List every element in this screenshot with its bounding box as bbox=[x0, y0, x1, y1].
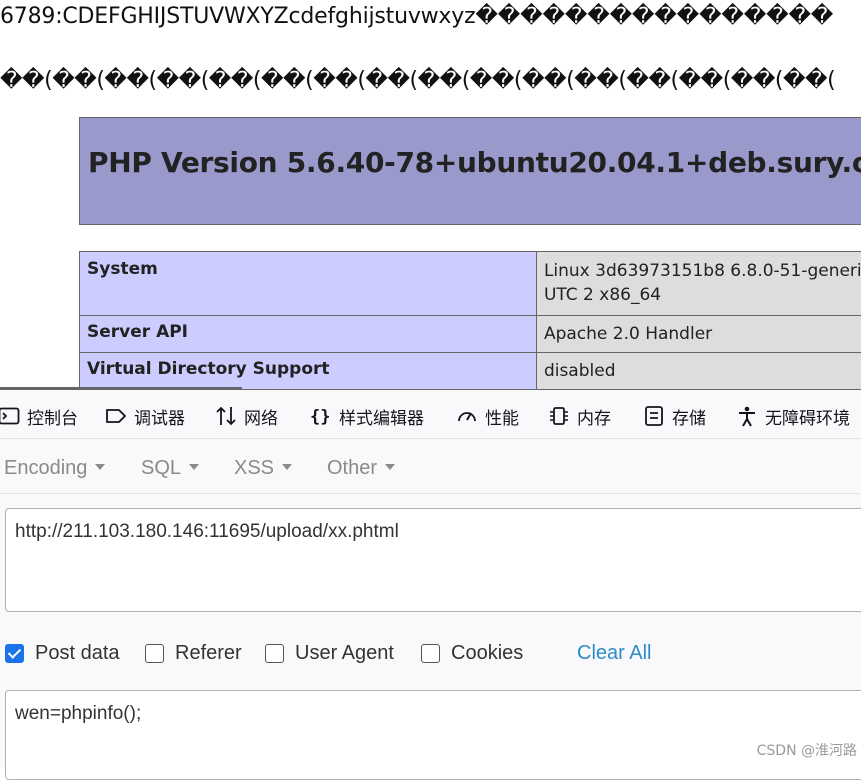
performance-icon bbox=[456, 405, 478, 427]
cookies-checkbox[interactable]: Cookies bbox=[421, 642, 523, 665]
chevron-down-icon bbox=[95, 464, 105, 470]
network-icon bbox=[215, 405, 237, 427]
tab-performance[interactable]: 性能 bbox=[456, 404, 519, 428]
info-key: Virtual Directory Support bbox=[80, 353, 537, 390]
xss-menu[interactable]: XSS bbox=[234, 457, 292, 480]
php-info-table: System Linux 3d63973151b8 6.8.0-51-gener… bbox=[79, 251, 861, 390]
php-version-header: PHP Version 5.6.40-78+ubuntu20.04.1+deb.… bbox=[79, 117, 861, 225]
info-value: Apache 2.0 Handler bbox=[536, 316, 861, 353]
referer-checkbox[interactable]: Referer bbox=[145, 642, 242, 665]
menu-label: Encoding bbox=[4, 457, 87, 479]
info-key: System bbox=[80, 252, 537, 316]
garbled-text-line: 6789:CDEFGHIJSTUVWXYZcdefghijstuvwxyz���… bbox=[0, 4, 833, 29]
menu-label: XSS bbox=[234, 457, 274, 479]
info-value-line: Linux 3d63973151b8 6.8.0-51-generic bbox=[544, 259, 861, 283]
tab-memory[interactable]: 内存 bbox=[548, 404, 611, 428]
chevron-down-icon bbox=[189, 464, 199, 470]
info-value-line: UTC 2 x86_64 bbox=[544, 283, 861, 307]
tab-label: 控制台 bbox=[27, 404, 78, 429]
option-label: Referer bbox=[175, 642, 242, 665]
garbled-text-line: ��(��(��(��(��(��(��(��(��(��(��(��(��(�… bbox=[0, 68, 835, 93]
info-value: Linux 3d63973151b8 6.8.0-51-generic UTC … bbox=[536, 252, 861, 316]
console-icon bbox=[0, 405, 20, 427]
post-data-checkbox[interactable]: Post data bbox=[5, 642, 120, 665]
chevron-down-icon bbox=[385, 464, 395, 470]
debugger-icon bbox=[105, 405, 127, 427]
sql-menu[interactable]: SQL bbox=[141, 457, 199, 480]
option-label: User Agent bbox=[295, 642, 394, 665]
devtools-toolbar: 控制台 调试器 网络 {} 样式编辑器 性能 bbox=[0, 390, 861, 439]
request-options: Post data Referer User Agent Cookies Cle… bbox=[0, 642, 861, 670]
tab-style-editor[interactable]: {} 样式编辑器 bbox=[310, 404, 424, 428]
checkbox-icon bbox=[145, 644, 164, 663]
tab-label: 内存 bbox=[577, 404, 611, 429]
page-content: 6789:CDEFGHIJSTUVWXYZcdefghijstuvwxyz���… bbox=[0, 0, 861, 392]
memory-icon bbox=[548, 405, 570, 427]
hackbar-menu-bar: Encoding SQL XSS Other bbox=[0, 439, 861, 494]
php-version-title: PHP Version 5.6.40-78+ubuntu20.04.1+deb.… bbox=[88, 146, 861, 179]
style-editor-icon: {} bbox=[310, 405, 332, 427]
checkbox-icon bbox=[265, 644, 284, 663]
tab-storage[interactable]: 存储 bbox=[643, 404, 706, 428]
info-key: Server API bbox=[80, 316, 537, 353]
tab-label: 网络 bbox=[244, 404, 278, 429]
checkbox-icon bbox=[421, 644, 440, 663]
tab-accessibility[interactable]: 无障碍环境 bbox=[736, 404, 850, 428]
option-label: Post data bbox=[35, 642, 120, 665]
tab-label: 样式编辑器 bbox=[339, 404, 424, 429]
other-menu[interactable]: Other bbox=[327, 457, 395, 480]
table-row: Server API Apache 2.0 Handler bbox=[80, 316, 861, 353]
accessibility-icon bbox=[736, 405, 758, 427]
menu-label: SQL bbox=[141, 457, 181, 479]
tab-label: 性能 bbox=[485, 404, 519, 429]
url-input[interactable]: http://211.103.180.146:11695/upload/xx.p… bbox=[5, 508, 861, 612]
encoding-menu[interactable]: Encoding bbox=[4, 457, 105, 480]
tab-label: 调试器 bbox=[134, 404, 185, 429]
option-label: Cookies bbox=[451, 642, 523, 665]
menu-label: Other bbox=[327, 457, 377, 479]
checkbox-checked-icon bbox=[5, 644, 24, 663]
tab-console[interactable]: 控制台 bbox=[0, 404, 78, 428]
tab-label: 存储 bbox=[672, 404, 706, 429]
table-row: System Linux 3d63973151b8 6.8.0-51-gener… bbox=[80, 252, 861, 316]
svg-text:{}: {} bbox=[310, 407, 330, 427]
table-row: Virtual Directory Support disabled bbox=[80, 353, 861, 390]
info-value: disabled bbox=[536, 353, 861, 390]
storage-icon bbox=[643, 405, 665, 427]
devtools-panel: 控制台 调试器 网络 {} 样式编辑器 性能 bbox=[0, 390, 861, 767]
watermark: CSDN @淮河路 bbox=[757, 740, 857, 760]
user-agent-checkbox[interactable]: User Agent bbox=[265, 642, 394, 665]
clear-all-link[interactable]: Clear All bbox=[577, 642, 651, 665]
tab-network[interactable]: 网络 bbox=[215, 404, 278, 428]
tab-label: 无障碍环境 bbox=[765, 404, 850, 429]
chevron-down-icon bbox=[282, 464, 292, 470]
tab-debugger[interactable]: 调试器 bbox=[105, 404, 185, 428]
